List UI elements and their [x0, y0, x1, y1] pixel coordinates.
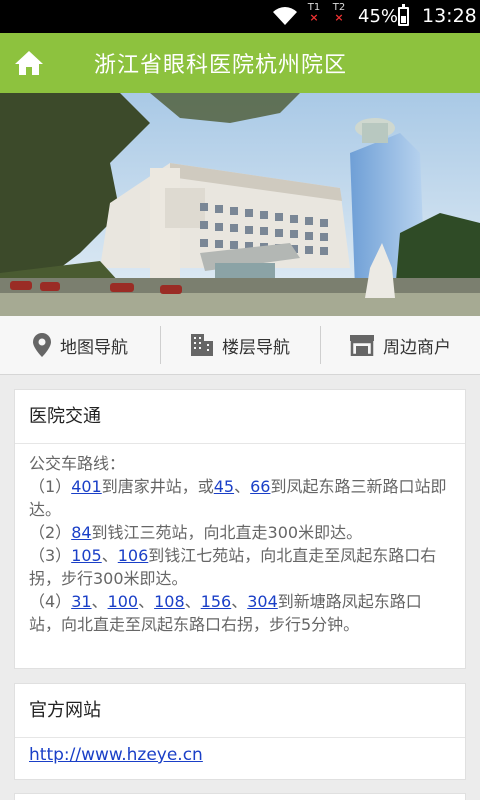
tab-floor-navigation[interactable]: 楼层导航: [160, 316, 320, 374]
tab-label: 楼层导航: [222, 337, 290, 358]
battery-icon: [398, 4, 409, 26]
sim2-signal-icon: T2 ×: [332, 2, 346, 24]
tab-label: 周边商户: [383, 337, 451, 358]
bus-routes-intro: 公交车路线：: [29, 454, 126, 473]
hospital-photo: [0, 93, 480, 316]
route-3: （3）105、106到钱江七苑站，向北直走至凤起东路口右拐，步行300米即达。: [29, 546, 437, 588]
status-bar: T1 × T2 × 45% 13:28: [0, 0, 480, 33]
route-2: （2）84到钱江三苑站，向北直走300米即达。: [29, 523, 363, 542]
map-pin-icon: [32, 332, 52, 358]
app-bar: 浙江省眼科医院杭州院区: [0, 33, 480, 93]
bus-link-401[interactable]: 401: [71, 477, 102, 496]
tab-map-navigation[interactable]: 地图导航: [0, 316, 160, 374]
card-title: 官方网站: [15, 684, 465, 738]
battery-percent: 45%: [358, 6, 399, 27]
battery-fill: [401, 16, 406, 23]
website-body: http://www.hzeye.cn: [15, 738, 465, 777]
website-link[interactable]: http://www.hzeye.cn: [29, 745, 203, 765]
wifi-icon: [272, 6, 298, 30]
nav-tabs: 地图导航 楼层导航 周边商户: [0, 316, 480, 375]
clock: 13:28: [422, 5, 477, 27]
hospital-traffic-card: 医院交通 公交车路线： （1）401到唐家井站，或45、66到凤起东路三新路口站…: [14, 389, 466, 669]
storefront-icon: [349, 334, 375, 356]
building-icon: [190, 333, 214, 357]
card-title: 医院交通: [15, 390, 465, 444]
tab-label: 地图导航: [60, 337, 128, 358]
bus-link-31[interactable]: 31: [71, 592, 91, 611]
home-icon[interactable]: [14, 49, 44, 77]
bus-routes-text: 公交车路线： （1）401到唐家井站，或45、66到凤起东路三新路口站即达。 （…: [15, 444, 465, 646]
bus-link-84[interactable]: 84: [71, 523, 91, 542]
route-1: （1）401到唐家井站，或45、66到凤起东路三新路口站即达。: [29, 477, 447, 519]
official-website-card: 官方网站 http://www.hzeye.cn: [14, 683, 466, 780]
bus-link-45[interactable]: 45: [214, 477, 234, 496]
bus-link-105[interactable]: 105: [71, 546, 102, 565]
bus-link-156[interactable]: 156: [201, 592, 232, 611]
next-card: [14, 793, 466, 800]
page-title: 浙江省眼科医院杭州院区: [94, 53, 348, 78]
bus-link-106[interactable]: 106: [118, 546, 149, 565]
bus-link-66[interactable]: 66: [250, 477, 270, 496]
bus-link-304[interactable]: 304: [247, 592, 278, 611]
tab-nearby-merchants[interactable]: 周边商户: [320, 316, 480, 374]
sim1-signal-icon: T1 ×: [307, 2, 321, 24]
route-4: （4）31、100、108、156、304到新塘路凤起东路口站，向北直走至凤起东…: [29, 592, 422, 634]
bus-link-108[interactable]: 108: [154, 592, 185, 611]
bus-link-100[interactable]: 100: [108, 592, 139, 611]
